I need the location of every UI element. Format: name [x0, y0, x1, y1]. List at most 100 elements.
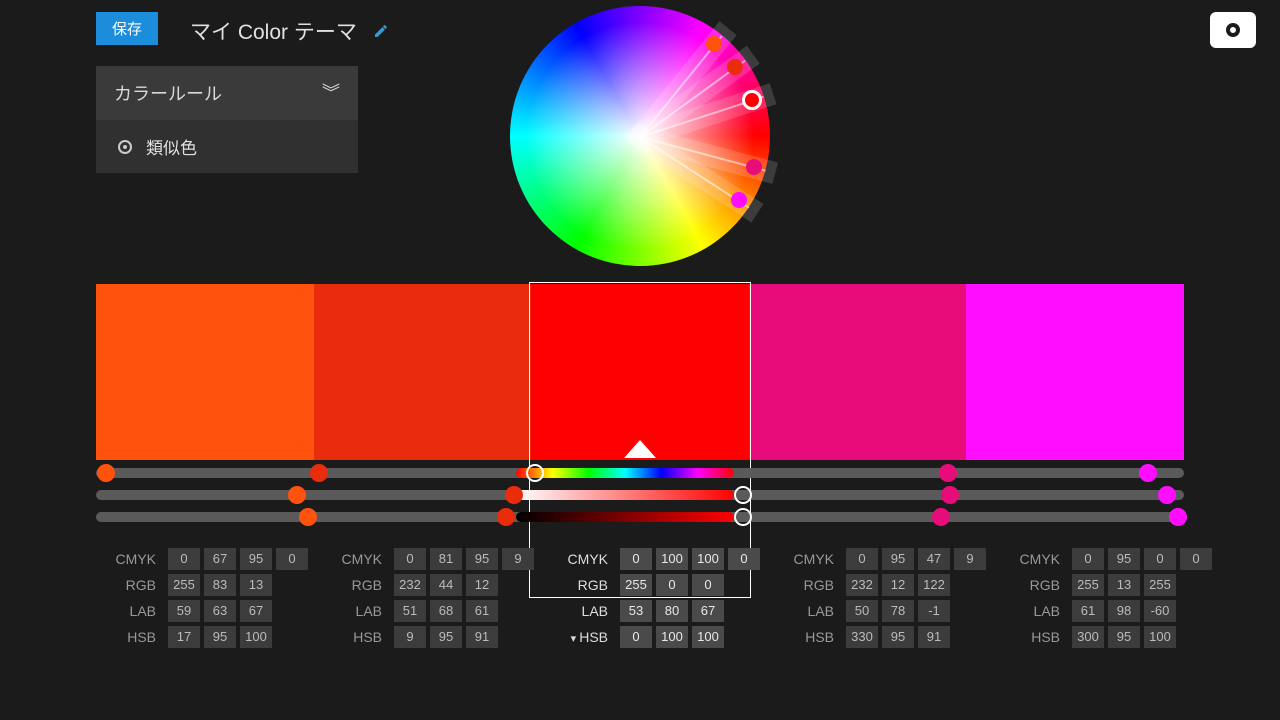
rgb-value[interactable]: 255 — [1144, 574, 1176, 596]
rgb-value[interactable]: 255 — [168, 574, 200, 596]
slider-handle[interactable] — [734, 508, 752, 526]
cmyk-value[interactable]: 9 — [954, 548, 986, 570]
rgb-value[interactable]: 13 — [1108, 574, 1140, 596]
rgb-value[interactable]: 12 — [882, 574, 914, 596]
lab-value[interactable]: 98 — [1108, 600, 1140, 622]
hsb-value[interactable]: 100 — [1144, 626, 1176, 648]
wheel-handle[interactable] — [727, 59, 743, 75]
swatch-4[interactable] — [966, 284, 1184, 460]
cmyk-value[interactable]: 0 — [1144, 548, 1176, 570]
hsb-value[interactable]: 300 — [1072, 626, 1104, 648]
cmyk-value[interactable]: 100 — [656, 548, 688, 570]
cmyk-value[interactable]: 95 — [882, 548, 914, 570]
lab-value[interactable]: 67 — [240, 600, 272, 622]
rgb-value[interactable]: 0 — [692, 574, 724, 596]
hsb-value[interactable]: 100 — [692, 626, 724, 648]
color-rule-dropdown[interactable]: カラールール ︾ — [96, 66, 358, 120]
cmyk-value[interactable]: 0 — [1180, 548, 1212, 570]
slider-handle[interactable] — [97, 464, 115, 482]
brightness-slider[interactable] — [96, 512, 1184, 522]
cmyk-value[interactable]: 0 — [728, 548, 760, 570]
swatch-3[interactable] — [749, 284, 967, 460]
slider-handle[interactable] — [497, 508, 515, 526]
cmyk-value[interactable]: 95 — [1108, 548, 1140, 570]
cmyk-value[interactable]: 9 — [502, 548, 534, 570]
save-button[interactable]: 保存 — [96, 12, 158, 45]
wheel-handle[interactable] — [731, 192, 747, 208]
slider-handle[interactable] — [310, 464, 328, 482]
color-wheel[interactable] — [510, 6, 770, 266]
cmyk-value[interactable]: 47 — [918, 548, 950, 570]
cmyk-value[interactable]: 95 — [240, 548, 272, 570]
hsb-value[interactable]: 95 — [430, 626, 462, 648]
slider-handle[interactable] — [1169, 508, 1187, 526]
cmyk-value[interactable]: 0 — [846, 548, 878, 570]
lab-value[interactable]: 53 — [620, 600, 652, 622]
lab-value[interactable]: 59 — [168, 600, 200, 622]
rgb-value[interactable]: 12 — [466, 574, 498, 596]
lab-value[interactable]: -60 — [1144, 600, 1176, 622]
cmyk-value[interactable]: 0 — [620, 548, 652, 570]
hsb-value[interactable]: 100 — [240, 626, 272, 648]
wheel-handle[interactable] — [706, 36, 722, 52]
slider-handle[interactable] — [1158, 486, 1176, 504]
cmyk-value[interactable]: 0 — [168, 548, 200, 570]
slider-handle[interactable] — [1139, 464, 1157, 482]
lab-value[interactable]: -1 — [918, 600, 950, 622]
wheel-handle[interactable] — [746, 159, 762, 175]
lab-value[interactable]: 50 — [846, 600, 878, 622]
rgb-value[interactable]: 232 — [394, 574, 426, 596]
hsb-label[interactable]: HSB — [562, 629, 616, 645]
hsb-value[interactable]: 95 — [204, 626, 236, 648]
slider-handle[interactable] — [932, 508, 950, 526]
cmyk-value[interactable]: 95 — [466, 548, 498, 570]
lab-value[interactable]: 78 — [882, 600, 914, 622]
hsb-value[interactable]: 91 — [466, 626, 498, 648]
swatch-2[interactable] — [531, 284, 749, 460]
slider-handle[interactable] — [941, 486, 959, 504]
hsb-value[interactable]: 17 — [168, 626, 200, 648]
saturation-slider[interactable] — [96, 490, 1184, 500]
lab-value[interactable]: 80 — [656, 600, 688, 622]
rgb-value[interactable]: 232 — [846, 574, 878, 596]
rgb-value[interactable]: 83 — [204, 574, 236, 596]
slider-handle[interactable] — [526, 464, 544, 482]
rgb-value[interactable]: 44 — [430, 574, 462, 596]
cmyk-value[interactable]: 0 — [394, 548, 426, 570]
rgb-value[interactable]: 13 — [240, 574, 272, 596]
rgb-value[interactable]: 0 — [656, 574, 688, 596]
hsb-value[interactable]: 100 — [656, 626, 688, 648]
lab-value[interactable]: 67 — [692, 600, 724, 622]
cmyk-value[interactable]: 0 — [1072, 548, 1104, 570]
hsb-value[interactable]: 0 — [620, 626, 652, 648]
cmyk-value[interactable]: 81 — [430, 548, 462, 570]
camera-button[interactable] — [1210, 12, 1256, 48]
cmyk-value[interactable]: 100 — [692, 548, 724, 570]
lab-value[interactable]: 61 — [1072, 600, 1104, 622]
lab-value[interactable]: 61 — [466, 600, 498, 622]
slider-handle[interactable] — [939, 464, 957, 482]
lab-value[interactable]: 63 — [204, 600, 236, 622]
hsb-value[interactable]: 9 — [394, 626, 426, 648]
lab-value[interactable]: 68 — [430, 600, 462, 622]
hsb-value[interactable]: 95 — [1108, 626, 1140, 648]
wheel-handle[interactable] — [742, 90, 762, 110]
hsb-value[interactable]: 91 — [918, 626, 950, 648]
hsb-value[interactable]: 95 — [882, 626, 914, 648]
swatch-1[interactable] — [314, 284, 532, 460]
cmyk-value[interactable]: 0 — [276, 548, 308, 570]
slider-handle[interactable] — [299, 508, 317, 526]
slider-handle[interactable] — [734, 486, 752, 504]
swatch-0[interactable] — [96, 284, 314, 460]
rgb-value[interactable]: 122 — [918, 574, 950, 596]
lab-value[interactable]: 51 — [394, 600, 426, 622]
cmyk-value[interactable]: 67 — [204, 548, 236, 570]
rgb-value[interactable]: 255 — [1072, 574, 1104, 596]
color-rule-option[interactable]: 類似色 — [96, 120, 358, 173]
hsb-value[interactable]: 330 — [846, 626, 878, 648]
hue-slider[interactable] — [96, 468, 1184, 478]
edit-icon[interactable] — [373, 23, 389, 39]
slider-handle[interactable] — [288, 486, 306, 504]
slider-handle[interactable] — [505, 486, 523, 504]
rgb-value[interactable]: 255 — [620, 574, 652, 596]
